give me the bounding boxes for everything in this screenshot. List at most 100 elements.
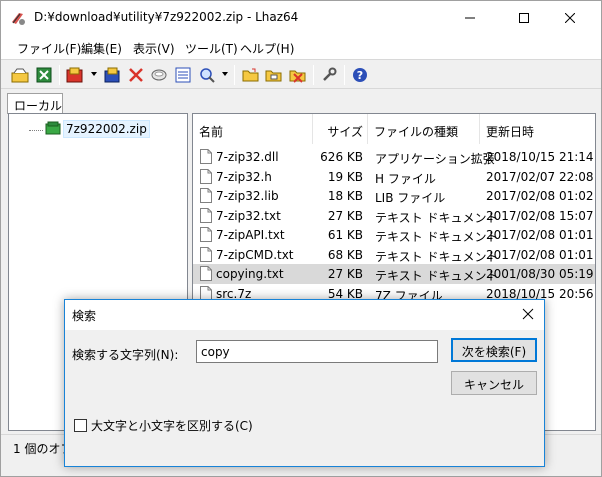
table-row[interactable]: 7-zip32.txt 27 KB テキスト ドキュメント 2017/02/08 15…	[193, 206, 595, 226]
cell-name: copying.txt	[216, 267, 284, 281]
open-folder-button[interactable]	[241, 65, 261, 85]
list-icon	[175, 67, 191, 83]
zip-archive-icon	[45, 121, 61, 138]
extract-folder-button[interactable]	[264, 65, 284, 85]
add-files-button[interactable]	[103, 65, 123, 85]
column-header-name[interactable]: 名前	[193, 114, 313, 144]
cell-date: 2017/02/08 01:01	[486, 247, 594, 262]
menu-help[interactable]: ヘルプ(H)	[240, 40, 294, 57]
toolbar-separator	[313, 65, 314, 85]
cell-size: 61 KB	[327, 228, 363, 242]
cell-size: 19 KB	[327, 169, 363, 184]
column-header-size[interactable]: サイズ	[313, 114, 368, 144]
case-sensitive-label[interactable]: 大文字と小文字を区別する(C)	[91, 417, 253, 434]
menu-edit[interactable]: 編集(E)	[81, 40, 122, 57]
toolbar-separator	[344, 65, 345, 85]
cell-name: 7-zip32.dll	[216, 150, 279, 164]
cell-name: 7-zip32.txt	[216, 208, 281, 223]
delete-icon	[129, 68, 143, 82]
close-icon	[565, 12, 575, 23]
cell-size: 68 KB	[327, 247, 363, 262]
file-icon	[200, 266, 212, 284]
tab-strip: ローカル	[1, 89, 601, 114]
menu-view[interactable]: 表示(V)	[133, 40, 175, 57]
case-sensitive-checkbox[interactable]	[74, 419, 87, 432]
menu-file[interactable]: ファイル(F)	[17, 40, 81, 57]
extract-folder-icon	[265, 70, 282, 82]
cell-size: 27 KB	[327, 267, 363, 281]
table-row[interactable]: 7-zip32.dll 626 KB アプリケーション拡張 2018/10/15 21…	[193, 147, 595, 167]
file-icon	[200, 188, 212, 206]
list-button[interactable]	[173, 65, 193, 85]
dialog-close-button[interactable]	[522, 308, 534, 323]
cell-name: 7-zipCMD.txt	[216, 247, 294, 262]
menu-bar: ファイル(F) 編集(E) 表示(V) ツール(T) ヘルプ(H)	[1, 34, 601, 59]
column-header-type[interactable]: ファイルの種類	[368, 114, 480, 144]
maximize-button[interactable]	[501, 1, 547, 34]
cell-size: 18 KB	[327, 189, 363, 203]
title-bar[interactable]: D:¥download¥utility¥7z922002.zip - Lhaz6…	[1, 1, 601, 34]
help-button[interactable]: ?	[350, 65, 370, 85]
extract-icon	[36, 67, 52, 83]
table-row[interactable]: 7-zip32.h 19 KB H ファイル 2017/02/07 22:08	[193, 167, 595, 187]
add-files-icon	[104, 67, 120, 83]
delete-button[interactable]	[126, 65, 146, 85]
file-icon	[200, 227, 212, 245]
view-icon	[200, 68, 215, 83]
cell-date: 2001/08/30 05:19	[486, 267, 594, 281]
table-row[interactable]: 7-zipCMD.txt 68 KB テキスト ドキュメント 2017/02/08 0…	[193, 245, 595, 265]
delete-folder-button[interactable]	[288, 65, 308, 85]
table-row[interactable]: 7-zipAPI.txt 61 KB テキスト ドキュメント 2017/02/08 0…	[193, 225, 595, 245]
settings-icon	[323, 67, 337, 81]
cell-size: 27 KB	[327, 208, 363, 223]
new-archive-icon	[66, 67, 83, 83]
cell-date: 2017/02/08 01:02	[486, 189, 594, 203]
table-row[interactable]: copying.txt 27 KB テキスト ドキュメント 2001/08/30 05…	[193, 264, 595, 284]
extract-button[interactable]	[34, 65, 54, 85]
settings-button[interactable]	[319, 65, 339, 85]
file-icon	[200, 207, 212, 226]
table-row[interactable]: 7-zip32.lib 18 KB LIB ファイル 2017/02/08 01:02	[193, 186, 595, 206]
maximize-icon	[519, 12, 529, 23]
open-archive-button[interactable]	[10, 65, 30, 85]
cell-type: テキスト ドキュメント	[375, 230, 499, 244]
open-archive-icon	[11, 68, 29, 83]
column-header-date[interactable]: 更新日時	[480, 114, 595, 144]
svg-text:?: ?	[357, 69, 363, 82]
test-button[interactable]	[149, 65, 169, 85]
window-title: D:¥download¥utility¥7z922002.zip - Lhaz6…	[34, 10, 299, 24]
view-dropdown-icon[interactable]	[222, 72, 228, 76]
cell-date: 2017/02/08 15:07	[486, 208, 594, 223]
cell-date: 2018/10/15 21:14	[486, 150, 594, 164]
cell-type: テキスト ドキュメント	[375, 210, 499, 225]
toolbar-separator	[59, 65, 60, 85]
cell-type: テキスト ドキュメント	[375, 269, 499, 283]
dialog-title-bar[interactable]: 検索	[65, 300, 544, 330]
toolbar-separator	[234, 65, 235, 85]
cell-type: アプリケーション拡張	[375, 152, 495, 166]
cancel-button[interactable]: キャンセル	[451, 371, 537, 395]
minimize-icon	[465, 17, 475, 18]
tree-item-archive[interactable]: 7z922002.zip	[63, 120, 150, 138]
cell-size: 626 KB	[320, 150, 363, 164]
tab-local[interactable]: ローカル	[7, 93, 63, 114]
tree-connector	[29, 130, 43, 131]
cell-type: テキスト ドキュメント	[375, 249, 499, 264]
cell-date: 2017/02/08 01:01	[486, 228, 594, 242]
help-icon: ?	[353, 68, 367, 82]
new-archive-dropdown-icon[interactable]	[91, 72, 97, 76]
cell-name: 7-zip32.h	[216, 169, 272, 184]
menu-tools[interactable]: ツール(T)	[185, 40, 238, 57]
dialog-title: 検索	[72, 309, 97, 323]
close-button[interactable]	[547, 1, 593, 34]
search-input[interactable]	[196, 340, 438, 363]
test-icon	[151, 69, 167, 81]
search-dialog: 検索 検索する文字列(N): 次を検索(F) キャンセル 大文字と小文字を区別す…	[64, 299, 545, 467]
minimize-button[interactable]	[447, 1, 493, 34]
app-icon[interactable]	[10, 10, 26, 26]
find-next-button[interactable]: 次を検索(F)	[451, 338, 537, 362]
view-button[interactable]	[197, 65, 217, 85]
toolbar: ?	[1, 59, 601, 89]
file-icon	[200, 149, 212, 167]
new-archive-button[interactable]	[65, 65, 85, 85]
